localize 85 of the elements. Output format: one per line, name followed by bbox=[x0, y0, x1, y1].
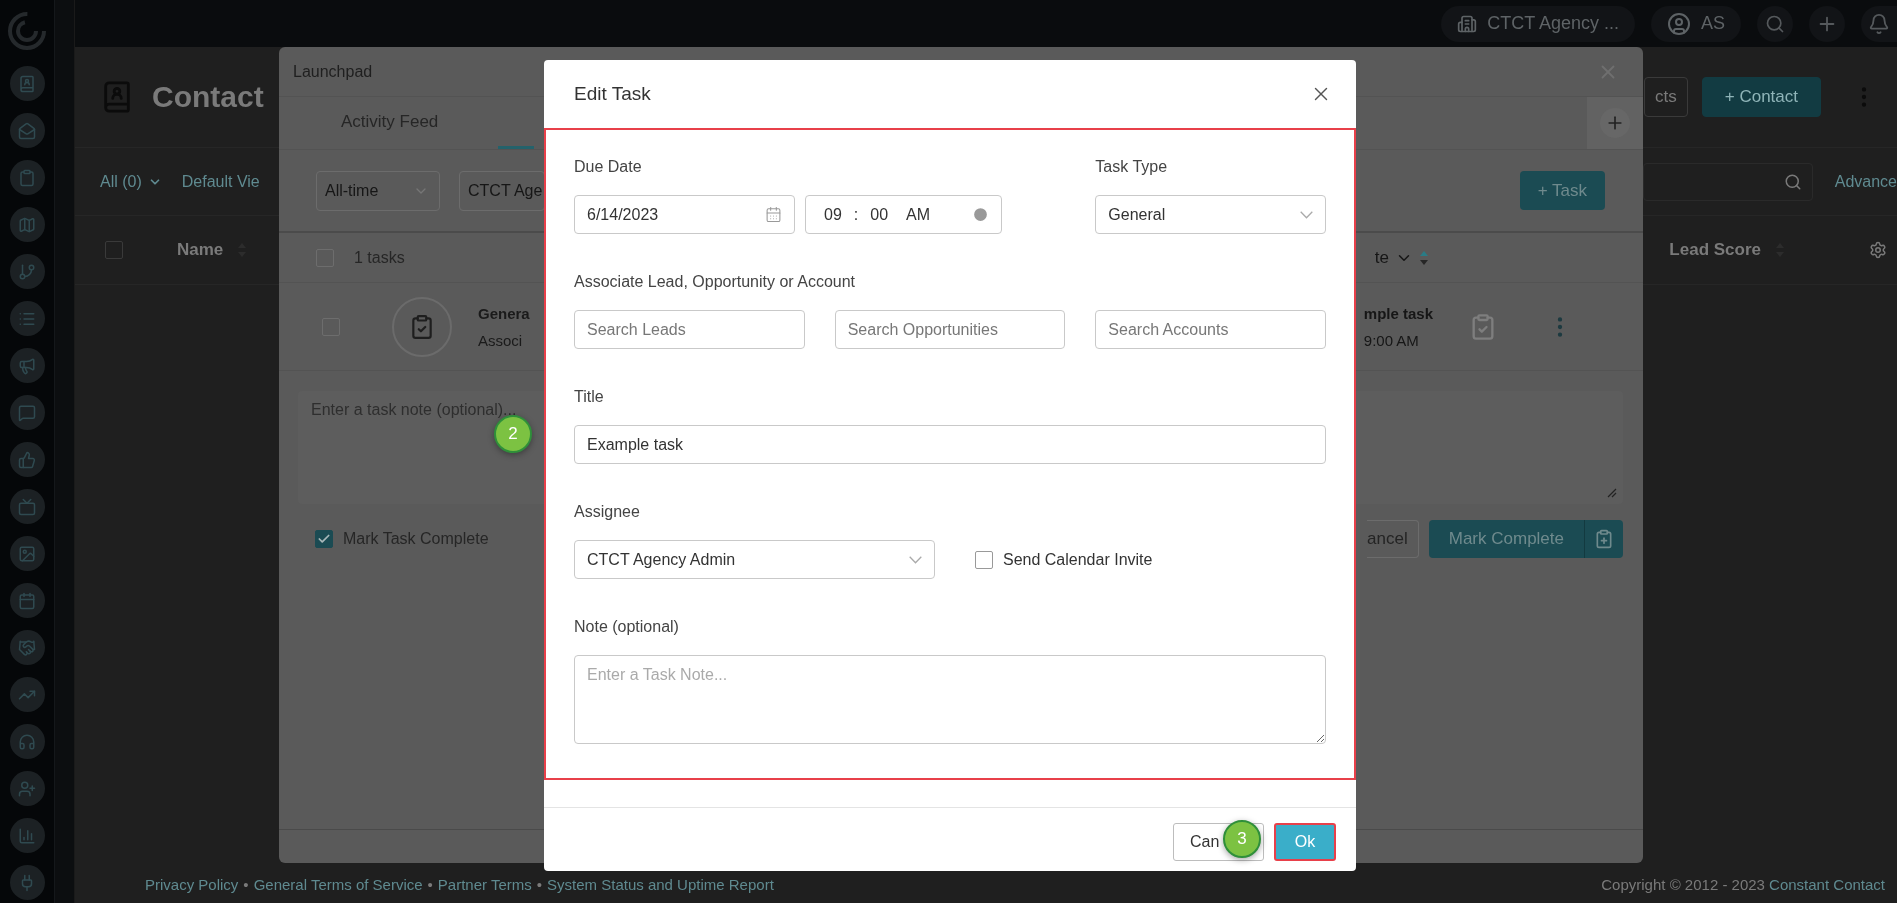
nav-icon[interactable] bbox=[9, 113, 45, 148]
user-menu[interactable]: AS bbox=[1651, 5, 1741, 42]
column-header[interactable]: Lead Score bbox=[1669, 240, 1761, 260]
field-label: Associate Lead, Opportunity or Account bbox=[574, 272, 857, 292]
company-link[interactable]: Constant Contact bbox=[1769, 875, 1885, 893]
calendar-icon[interactable] bbox=[765, 206, 782, 223]
nav-icon[interactable] bbox=[9, 160, 45, 195]
nav-icon[interactable] bbox=[9, 442, 45, 477]
task-type-select[interactable]: General bbox=[1095, 195, 1326, 234]
account-name: CTCT Agency ... bbox=[1487, 13, 1619, 34]
ok-button[interactable]: Ok bbox=[1274, 823, 1336, 861]
mark-complete-button[interactable]: Mark Complete bbox=[1428, 520, 1623, 558]
field-label: Title bbox=[574, 387, 605, 407]
advanced-link[interactable]: Advance bbox=[1834, 172, 1897, 191]
filter-dropdown[interactable]: All (0) bbox=[100, 172, 142, 191]
task-icon bbox=[392, 296, 452, 357]
nav-icon[interactable] bbox=[9, 630, 45, 665]
chevron-icon bbox=[1300, 210, 1313, 219]
nav-icon[interactable] bbox=[9, 66, 45, 101]
nav-icon[interactable] bbox=[9, 489, 45, 524]
column-header[interactable]: Name bbox=[177, 240, 224, 260]
dialog-title: Edit Task bbox=[574, 83, 651, 105]
nav-icon[interactable] bbox=[9, 865, 45, 900]
task-type: Genera bbox=[478, 304, 530, 322]
checkbox[interactable] bbox=[315, 530, 333, 548]
add-icon[interactable] bbox=[1600, 108, 1630, 138]
separator: • bbox=[536, 875, 543, 893]
nav-icon[interactable] bbox=[9, 724, 45, 759]
checkbox[interactable] bbox=[975, 550, 993, 569]
panel-title: Launchpad bbox=[293, 62, 373, 81]
field-label: Task Type bbox=[1095, 157, 1169, 177]
footer-link[interactable]: System Status and Uptime Report bbox=[547, 875, 774, 893]
separator: • bbox=[243, 875, 249, 893]
search-icon bbox=[1783, 172, 1802, 191]
user-initials: AS bbox=[1701, 13, 1725, 34]
account-switcher[interactable]: CTCT Agency ... bbox=[1441, 5, 1635, 42]
date-field[interactable]: 6/14/2023 bbox=[574, 195, 795, 234]
page-title: Contact bbox=[152, 80, 264, 114]
task-due: 9:00 AM bbox=[1363, 331, 1420, 349]
search-icon[interactable] bbox=[1757, 5, 1793, 42]
field-label: Due Date bbox=[574, 157, 643, 177]
page-button[interactable]: + Contact bbox=[1701, 77, 1821, 117]
task-association: Associ bbox=[478, 331, 524, 349]
filter-select[interactable]: All-time bbox=[316, 170, 440, 211]
footer-link[interactable]: General Terms of Service bbox=[253, 875, 423, 893]
nav-icon[interactable] bbox=[9, 395, 45, 430]
field-label: Assignee bbox=[574, 502, 641, 522]
field-label: Note (optional) bbox=[574, 617, 680, 637]
task-title: mple task bbox=[1363, 304, 1433, 322]
chevron-icon bbox=[909, 555, 922, 564]
building-icon bbox=[1457, 13, 1478, 34]
assignee-select[interactable]: CTCT Agency Admin bbox=[574, 540, 935, 579]
copyright-text: Copyright © 2012 - 2023 bbox=[1601, 875, 1765, 893]
nav-icon[interactable] bbox=[9, 818, 45, 853]
check-icon bbox=[317, 532, 331, 546]
nav-icon[interactable] bbox=[9, 348, 45, 383]
plus-icon[interactable] bbox=[1809, 5, 1845, 42]
nav-icon[interactable] bbox=[9, 677, 45, 712]
add-task-button[interactable]: + Task bbox=[1519, 171, 1605, 210]
column-header[interactable]: te bbox=[1374, 247, 1389, 268]
nav-icon[interactable] bbox=[9, 207, 45, 242]
clock-icon[interactable] bbox=[972, 206, 989, 223]
footer-link[interactable]: Partner Terms bbox=[437, 875, 532, 893]
page-button[interactable]: cts bbox=[1644, 77, 1688, 117]
note-field[interactable]: Enter a Task Note... bbox=[574, 655, 1326, 744]
resize-handle-icon[interactable] bbox=[1607, 488, 1617, 498]
nav-icon[interactable] bbox=[9, 536, 45, 571]
search-field[interactable] bbox=[1642, 162, 1813, 201]
filter-select[interactable]: CTCT Age bbox=[459, 170, 545, 211]
bell-icon[interactable] bbox=[1861, 5, 1897, 42]
nav-icon[interactable] bbox=[9, 771, 45, 806]
avatar-icon bbox=[1667, 11, 1691, 36]
nav-icon[interactable] bbox=[9, 583, 45, 618]
view-dropdown[interactable]: Default Vie bbox=[181, 172, 260, 191]
footer-link[interactable]: Privacy Policy bbox=[145, 875, 239, 893]
checkbox-label: Send Calendar Invite bbox=[1003, 550, 1153, 569]
settings-icon[interactable] bbox=[1869, 241, 1887, 259]
time-field[interactable]: 09 : 00 AM bbox=[805, 195, 1002, 234]
nav-icon[interactable] bbox=[9, 301, 45, 336]
sort-icon[interactable] bbox=[1419, 249, 1429, 266]
logo[interactable] bbox=[6, 10, 48, 52]
nav-icon[interactable] bbox=[9, 254, 45, 289]
separator: • bbox=[427, 875, 433, 893]
title-field[interactable]: Example task bbox=[574, 425, 1326, 464]
checkbox[interactable] bbox=[105, 241, 123, 259]
